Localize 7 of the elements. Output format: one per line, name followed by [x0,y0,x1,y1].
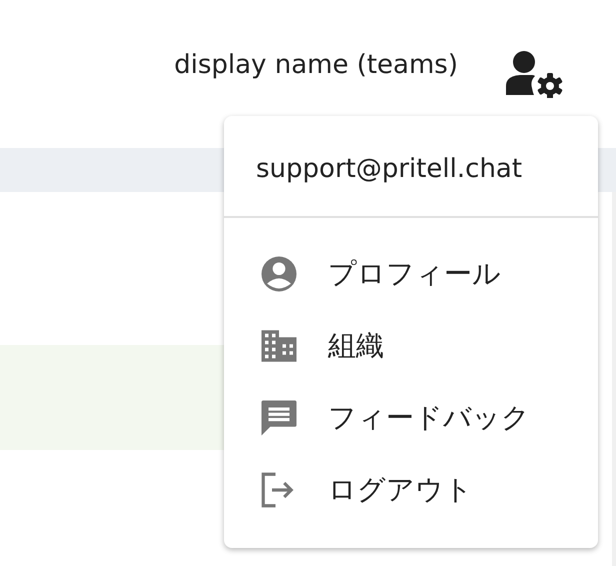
menu-item[interactable]: プロフィール [224,238,598,310]
display-name: display name (teams) [174,50,458,82]
email-address: support@pritell.chat [224,116,598,218]
user-settings-icon[interactable] [506,50,564,98]
menu-item[interactable]: フィードバック [224,382,598,454]
menu-item[interactable]: 組織 [224,310,598,382]
menu-item[interactable]: ログアウト [224,454,598,526]
